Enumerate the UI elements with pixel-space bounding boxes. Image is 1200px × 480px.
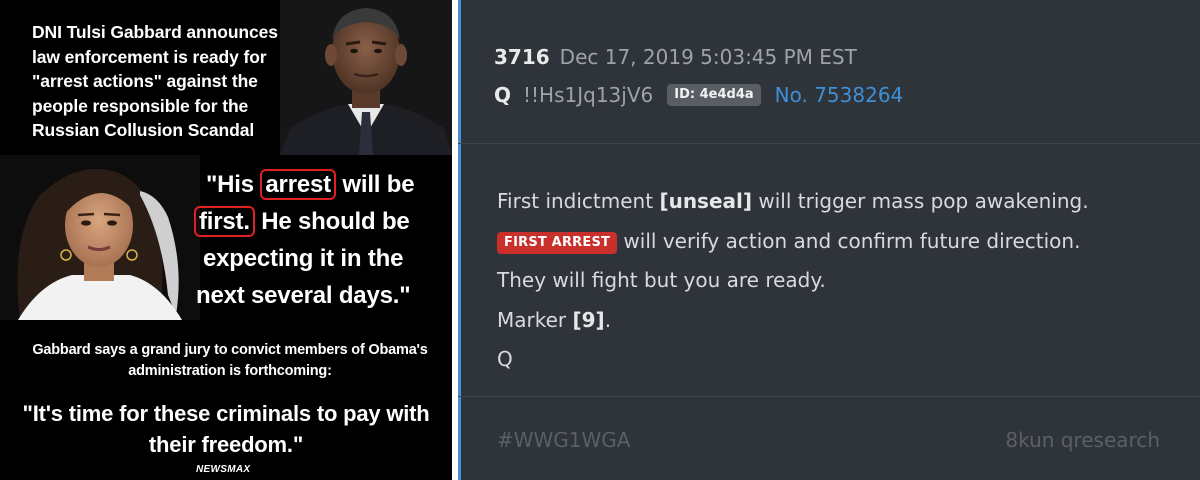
id-badge: ID: 4e4d4a	[667, 84, 761, 106]
post-author-line: Q !!Hs1Jq13jV6 ID: 4e4d4a No. 7538264	[494, 82, 903, 108]
quote-line: first. He should be	[190, 203, 448, 240]
woman-portrait-photo	[0, 155, 200, 320]
man-portrait-photo	[280, 0, 452, 155]
quote-text: will be	[335, 171, 415, 198]
body-text: First indictment	[497, 189, 660, 213]
marker-bold: [9]	[572, 307, 605, 332]
quote-line: next several days."	[196, 282, 411, 309]
hashtag: #WWG1WGA	[497, 428, 631, 452]
post-header: 3716 Dec 17, 2019 5:03:45 PM EST Q !!Hs1J…	[458, 0, 1200, 143]
body-text: will verify action and confirm future di…	[617, 228, 1081, 253]
jury-line: administration is forthcoming:	[128, 363, 332, 379]
highlight-box-arrest: arrest	[260, 169, 336, 200]
post-date: Dec 17, 2019 5:03:45 PM EST	[559, 45, 857, 69]
bottom-quote-line: their freedom."	[148, 432, 304, 457]
unseal-bold: [unseal]	[659, 189, 753, 213]
screenshot-root: DNI Tulsi Gabbard announces law enforcem…	[0, 0, 1200, 480]
post-number: 3716	[494, 45, 550, 69]
first-arrest-badge: FIRST ARREST	[497, 231, 618, 254]
q-post-card: 3716 Dec 17, 2019 5:03:45 PM EST Q !!Hs1J…	[458, 0, 1200, 480]
body-line: Marker [9].	[497, 301, 1187, 341]
newsmax-logo: NEWSMAX	[196, 464, 251, 475]
meme-bottom-quote: "It's time for these criminals to pay wi…	[0, 398, 452, 460]
body-text: .	[604, 307, 612, 332]
body-text: will trigger mass pop awakening.	[752, 189, 1089, 213]
quote-text: "His	[206, 171, 261, 198]
body-line: FIRST ARREST will verify action and conf…	[497, 222, 1187, 262]
meme-quote: "His arrest will be first. He should be …	[190, 166, 448, 314]
tripcode: !!Hs1Jq13jV6	[523, 83, 654, 107]
meme-jury-caption: Gabbard says a grand jury to convict mem…	[6, 340, 452, 382]
quote-text: He should be	[254, 208, 410, 235]
post-meta-line: 3716 Dec 17, 2019 5:03:45 PM EST	[494, 44, 857, 70]
source-label: 8kun qresearch	[1005, 428, 1160, 452]
quote-line: "His arrest will be	[190, 166, 448, 203]
body-line: They will fight but you are ready.	[497, 268, 826, 292]
author-name: Q	[494, 83, 512, 107]
jury-line: Gabbard says a grand jury to convict mem…	[32, 342, 428, 358]
quote-line: expecting it in the	[203, 245, 404, 272]
bottom-quote-line: "It's time for these criminals to pay wi…	[22, 401, 430, 426]
post-body: First indictment [unseal] will trigger m…	[497, 182, 1187, 380]
body-line-signature: Q	[497, 347, 513, 371]
highlight-box-first: first.	[194, 206, 255, 237]
body-line: First indictment [unseal] will trigger m…	[497, 182, 1187, 222]
header-divider	[458, 143, 1200, 144]
body-text: Marker	[497, 307, 573, 332]
meme-image: DNI Tulsi Gabbard announces law enforcem…	[0, 0, 452, 480]
post-number-link[interactable]: No. 7538264	[775, 82, 904, 108]
